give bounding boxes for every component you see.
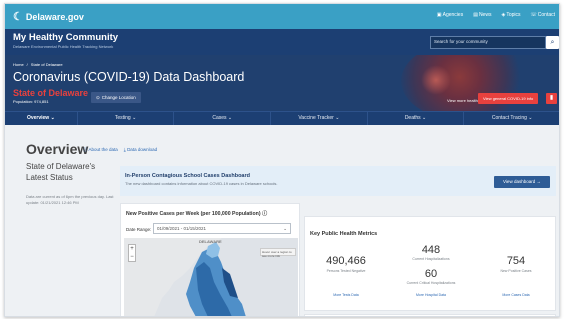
community-title[interactable]: My Healthy Community	[13, 32, 118, 43]
tested-negative-value: 490,466	[326, 255, 366, 267]
change-location-button[interactable]: ⊙ Change Location	[91, 92, 141, 103]
breadcrumb-home[interactable]: Home	[13, 62, 24, 67]
phone-icon: ☏	[530, 12, 537, 18]
news-icon: ▤	[473, 12, 478, 18]
community-header: My Healthy Community Delaware Environmen…	[5, 29, 559, 55]
next-card	[304, 314, 556, 316]
nav-overview[interactable]: Overview ⌄	[5, 112, 78, 125]
help-icon[interactable]: ⓘ	[262, 211, 267, 217]
breadcrumb: Home / State of Delaware	[13, 62, 63, 67]
school-cases-card: In-Person Contagious School Cases Dashbo…	[120, 166, 556, 196]
more-tests-link[interactable]: More Tests Data	[315, 293, 377, 297]
community-search-input[interactable]: Search for your community	[430, 36, 546, 49]
topics-link[interactable]: ◈ Topics	[501, 12, 520, 18]
brand-text: Delaware.gov	[25, 11, 84, 22]
zoom-out-icon[interactable]: −	[129, 253, 135, 261]
top-links: ▣ Agencies ▤ News ◈ Topics ☏ Contact	[437, 12, 555, 18]
overview-heading: Overview	[26, 141, 89, 157]
browser-frame: ☾ Delaware.gov ▣ Agencies ▤ News ◈ Topics ☏…	[4, 3, 560, 317]
about-data-link[interactable]: ⓘ About the data	[83, 147, 118, 153]
nav-contact-tracing[interactable]: Contact Tracing ⌄	[464, 112, 559, 125]
nav-vaccine-tracker[interactable]: Vaccine Tracker ⌄	[271, 112, 368, 125]
hospitalizations-value: 448	[421, 244, 441, 256]
cases-map-card: New Positive Cases per Week (per 100,000…	[120, 203, 300, 316]
top-bar: ☾ Delaware.gov ▣ Agencies ▤ News ◈ Topics ☏…	[5, 4, 559, 29]
critical-hospitalizations-value: 60	[424, 268, 438, 280]
key-metrics-card: Key Public Health Metrics 490,466 Person…	[304, 216, 556, 311]
map-card-title: New Positive Cases per Week (per 100,000…	[126, 211, 268, 217]
community-subtitle: Delaware Environmental Public Health Tra…	[13, 44, 114, 49]
flag-icon[interactable]: ▮	[546, 93, 557, 104]
arrow-right-icon: →	[536, 179, 541, 184]
data-download-link[interactable]: ⤓ Data download	[124, 147, 157, 153]
topics-icon: ◈	[501, 12, 506, 18]
map-hover-tooltip: Hover over a region to see more info	[260, 248, 296, 258]
brand-logo[interactable]: ☾ Delaware.gov	[13, 10, 84, 23]
breadcrumb-separator: /	[26, 62, 28, 67]
delaware-logo-icon: ☾	[13, 11, 23, 23]
chevron-down-icon: ⌄	[283, 226, 287, 231]
chevron-down-icon: ⌄	[422, 115, 427, 121]
coronavirus-image-detail	[421, 65, 451, 95]
view-general-covid-button[interactable]: View general COVID-19 info	[478, 93, 539, 104]
chevron-down-icon: ⌄	[227, 115, 233, 121]
map-zoom-control[interactable]: + −	[128, 244, 136, 262]
population-text: Population: 974,851	[13, 99, 49, 104]
download-icon: ⤓	[123, 147, 126, 152]
more-cases-link[interactable]: More Cases Data	[485, 293, 547, 297]
school-card-title: In-Person Contagious School Cases Dashbo…	[125, 173, 250, 179]
contact-link[interactable]: ☏ Contact	[531, 12, 556, 18]
zoom-in-icon[interactable]: +	[129, 245, 135, 253]
chevron-down-icon: ⌄	[132, 115, 137, 121]
metrics-title: Key Public Health Metrics	[310, 231, 378, 237]
news-link[interactable]: ▤ News	[473, 12, 491, 18]
search-button[interactable]: ⌕	[546, 36, 559, 49]
location-pin-icon: ⊙	[96, 94, 100, 100]
dashboard-banner: Home / State of Delaware Coronavirus (CO…	[5, 55, 559, 111]
hospitalizations-label: Current Hospitalizations	[412, 257, 450, 261]
agencies-link[interactable]: ▣ Agencies	[437, 12, 463, 18]
nav-deaths[interactable]: Deaths ⌄	[368, 112, 465, 125]
nav-testing[interactable]: Testing ⌄	[78, 112, 175, 125]
critical-hospitalizations-label: Current Critical Hospitalizations	[406, 281, 456, 285]
new-cases-value: 754	[506, 255, 526, 267]
page-title: Coronavirus (COVID-19) Data Dashboard	[13, 70, 245, 84]
tested-negative-label: Persons Tested Negative	[326, 269, 366, 273]
info-icon: ⓘ	[83, 147, 88, 152]
map-region-label: DELAWARE	[199, 239, 222, 244]
latest-status-note: Data are current as of 6pm the previous …	[26, 194, 114, 205]
state-name: State of Delaware	[13, 88, 89, 98]
more-hospital-link[interactable]: More Hospital Data	[400, 293, 462, 297]
school-card-description: The new dashboard contains information a…	[125, 181, 278, 186]
date-range-label: Date Range:	[126, 227, 152, 232]
search-icon: ⌕	[550, 39, 555, 46]
nav-cases[interactable]: Cases ⌄	[174, 112, 272, 125]
date-range-select[interactable]: 01/09/2021 - 01/15/2021 ⌄	[153, 223, 291, 234]
breadcrumb-current: State of Delaware	[30, 62, 63, 67]
chevron-down-icon: ⌄	[335, 115, 340, 121]
building-icon: ▣	[436, 12, 442, 18]
delaware-map[interactable]: + − DELAWARE Hover over a region to see …	[124, 238, 298, 316]
dashboard-nav: Overview ⌄ Testing ⌄ Cases ⌄ Vaccine Tra…	[5, 111, 559, 125]
view-dashboard-button[interactable]: View dashboard →	[494, 176, 550, 188]
chevron-down-icon: ⌄	[50, 115, 55, 121]
chevron-down-icon: ⌄	[528, 115, 533, 121]
new-cases-label: New Positive Cases	[500, 269, 532, 273]
overview-links: ⓘ About the data ⤓ Data download	[83, 147, 157, 153]
latest-status-title: State of Delaware's Latest Status	[26, 162, 96, 182]
